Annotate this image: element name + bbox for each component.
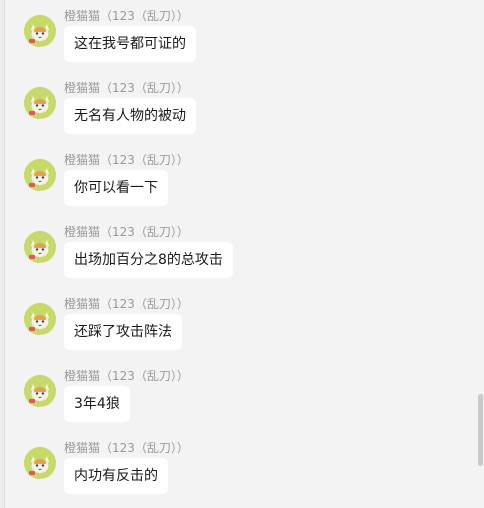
chat-window: 橙猫猫（123（乱刀）） 这在我号都可证的 橙猫猫（123（乱刀）） 无名有人物… xyxy=(0,0,484,508)
cat-avatar-icon[interactable] xyxy=(24,447,56,479)
cat-avatar-icon[interactable] xyxy=(24,303,56,335)
cat-avatar-icon[interactable] xyxy=(24,87,56,119)
message-item: 橙猫猫（123（乱刀）） 这在我号都可证的 xyxy=(24,8,464,78)
message-item: 橙猫猫（123（乱刀）） 无名有人物的被动 xyxy=(24,80,464,150)
scrollbar-thumb[interactable] xyxy=(478,394,483,466)
sender-name[interactable]: 橙猫猫（123（乱刀）） xyxy=(64,368,189,384)
message-item: 橙猫猫（123（乱刀）） 你可以看一下 xyxy=(24,152,464,222)
cat-avatar-icon[interactable] xyxy=(24,159,56,191)
sender-name[interactable]: 橙猫猫（123（乱刀）） xyxy=(64,152,189,168)
message-item: 橙猫猫（123（乱刀）） 3年4狼 xyxy=(24,368,464,438)
message-bubble[interactable]: 3年4狼 xyxy=(64,386,130,422)
sender-name[interactable]: 橙猫猫（123（乱刀）） xyxy=(64,224,189,240)
sender-name[interactable]: 橙猫猫（123（乱刀）） xyxy=(64,440,189,456)
message-item: 橙猫猫（123（乱刀）） 出场加百分之8的总攻击 xyxy=(24,224,464,294)
sender-name[interactable]: 橙猫猫（123（乱刀）） xyxy=(64,8,189,24)
message-item: 橙猫猫（123（乱刀）） 还踩了攻击阵法 xyxy=(24,296,464,366)
message-bubble[interactable]: 这在我号都可证的 xyxy=(64,26,196,62)
panel-divider xyxy=(0,0,5,508)
sender-name[interactable]: 橙猫猫（123（乱刀）） xyxy=(64,296,189,312)
message-item: 橙猫猫（123（乱刀）） 内功有反击的 xyxy=(24,440,464,508)
message-bubble[interactable]: 出场加百分之8的总攻击 xyxy=(64,242,233,278)
message-bubble[interactable]: 你可以看一下 xyxy=(64,170,168,206)
message-bubble[interactable]: 内功有反击的 xyxy=(64,458,168,494)
cat-avatar-icon[interactable] xyxy=(24,15,56,47)
scrollbar[interactable] xyxy=(476,0,484,508)
message-bubble[interactable]: 无名有人物的被动 xyxy=(64,98,196,134)
cat-avatar-icon[interactable] xyxy=(24,231,56,263)
message-bubble[interactable]: 还踩了攻击阵法 xyxy=(64,314,182,350)
sender-name[interactable]: 橙猫猫（123（乱刀）） xyxy=(64,80,189,96)
cat-avatar-icon[interactable] xyxy=(24,375,56,407)
